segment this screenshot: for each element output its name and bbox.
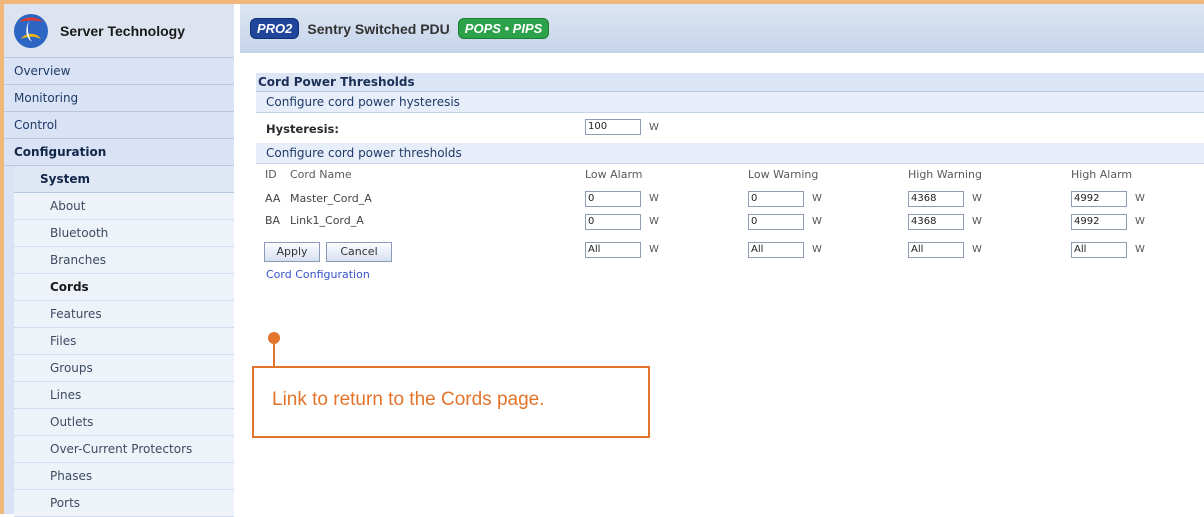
thresholds-section-header: Configure cord power thresholds [256,143,1204,164]
unit-label: W [812,244,822,255]
all-low-warning-input[interactable]: All [748,242,804,258]
sidebar-item-system[interactable]: System [14,166,234,193]
brand-bar: Server Technology [4,4,234,58]
low-alarm-input[interactable]: 0 [585,191,641,207]
unit-label: W [649,244,659,255]
all-high-alarm-input[interactable]: All [1071,242,1127,258]
unit-label: W [812,216,822,227]
unit-label: W [812,193,822,204]
hysteresis-label: Hysteresis: [266,122,339,136]
cord-id: AA [265,192,281,205]
brand-name: Server Technology [60,22,186,39]
unit-label: W [1135,216,1145,227]
sidebar-item-cords[interactable]: Cords [14,274,234,301]
sidebar-item-groups[interactable]: Groups [14,355,234,382]
product-header: PRO2 Sentry Switched PDU POPS • PIPS [240,4,1204,53]
sidebar-item-ports[interactable]: Ports [14,490,234,517]
unit-label: W [972,216,982,227]
apply-all-row: Apply Cancel All W All W All W All W [256,234,1204,264]
col-low-alarm: Low Alarm [585,168,643,181]
low-alarm-input[interactable]: 0 [585,214,641,230]
callout-box: Link to return to the Cords page. [252,366,650,438]
all-low-alarm-input[interactable]: All [585,242,641,258]
unit-label: W [972,193,982,204]
high-warning-input[interactable]: 4368 [908,191,964,207]
unit-label: W [649,193,659,204]
unit-label: W [649,216,659,227]
cord-thresholds-panel: Cord Power Thresholds Configure cord pow… [256,73,1204,288]
sidebar: Server Technology Overview Monitoring Co… [4,4,234,517]
hysteresis-input[interactable]: 100 [585,119,641,135]
sidebar-item-phases[interactable]: Phases [14,463,234,490]
hysteresis-unit: W [649,122,659,133]
sidebar-item-configuration[interactable]: Configuration [4,139,234,166]
low-warning-input[interactable]: 0 [748,191,804,207]
page-title: Cord Power Thresholds [256,73,1204,92]
server-technology-logo-icon [12,12,50,50]
cancel-button[interactable]: Cancel [326,242,392,262]
sidebar-item-outlets[interactable]: Outlets [14,409,234,436]
high-alarm-input[interactable]: 4992 [1071,214,1127,230]
sidebar-item-over-current-protectors[interactable]: Over-Current Protectors [14,436,234,463]
sidebar-item-features[interactable]: Features [14,301,234,328]
col-cord-name: Cord Name [290,168,352,181]
unit-label: W [972,244,982,255]
sidebar-item-files[interactable]: Files [14,328,234,355]
col-low-warning: Low Warning [748,168,819,181]
sidebar-item-overview[interactable]: Overview [4,58,234,85]
table-row: AA Master_Cord_A 0 W 0 W 4368 W 4992 W [256,186,1204,210]
sidebar-item-monitoring[interactable]: Monitoring [4,85,234,112]
cord-configuration-link[interactable]: Cord Configuration [266,268,370,281]
callout-pointer-line [273,342,275,366]
apply-button[interactable]: Apply [264,242,320,262]
product-name: Sentry Switched PDU [307,20,450,37]
threshold-column-headers: ID Cord Name Low Alarm Low Warning High … [256,164,1204,186]
sidebar-item-lines[interactable]: Lines [14,382,234,409]
cord-name: Link1_Cord_A [290,214,364,227]
table-row: BA Link1_Cord_A 0 W 0 W 4368 W 4992 W [256,210,1204,234]
link-row: Cord Configuration [256,264,1204,288]
all-high-warning-input[interactable]: All [908,242,964,258]
col-high-warning: High Warning [908,168,983,181]
sidebar-item-about[interactable]: About [14,193,234,220]
high-alarm-input[interactable]: 4992 [1071,191,1127,207]
col-high-alarm: High Alarm [1071,168,1133,181]
hysteresis-section-header: Configure cord power hysteresis [256,92,1204,113]
low-warning-input[interactable]: 0 [748,214,804,230]
unit-label: W [1135,193,1145,204]
col-id: ID [265,168,277,181]
unit-label: W [1135,244,1145,255]
sidebar-item-branches[interactable]: Branches [14,247,234,274]
sidebar-item-control[interactable]: Control [4,112,234,139]
pops-pips-badge: POPS • PIPS [457,18,550,39]
sidebar-item-bluetooth[interactable]: Bluetooth [14,220,234,247]
hysteresis-row: Hysteresis: 100 W [256,113,1204,143]
callout-text: Link to return to the Cords page. [272,389,545,410]
pro-badge: PRO2 [250,18,300,39]
cord-id: BA [265,214,281,227]
high-warning-input[interactable]: 4368 [908,214,964,230]
cord-name: Master_Cord_A [290,192,372,205]
app-frame: Server Technology Overview Monitoring Co… [0,0,1204,517]
